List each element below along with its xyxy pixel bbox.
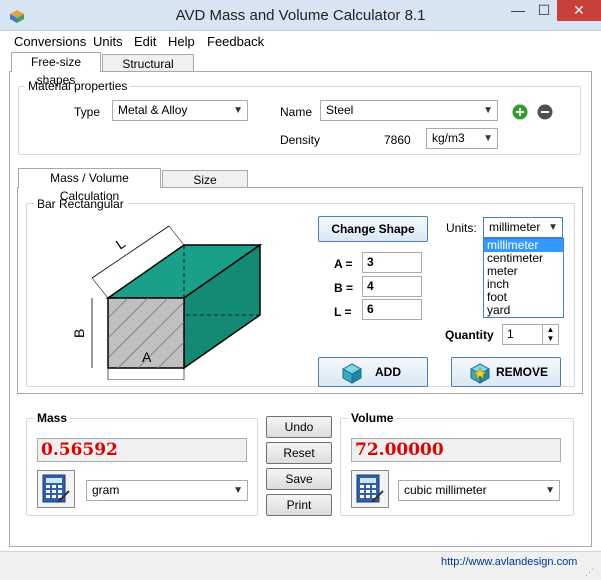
density-unit-select[interactable]: kg/m3 ▼ [426, 128, 498, 149]
quantity-value: 1 [507, 327, 514, 341]
tab-size-calculation[interactable]: Size Calculation [162, 170, 248, 205]
add-button-label: ADD [375, 365, 401, 379]
length-dim-label: L [113, 235, 129, 253]
menu-feedback[interactable]: Feedback [207, 34, 264, 49]
remove-button-label: REMOVE [496, 365, 549, 379]
minimize-button[interactable]: — [505, 0, 531, 21]
units-select-value: millimeter [489, 220, 541, 234]
chevron-down-icon: ▼ [233, 485, 243, 496]
add-button[interactable]: ADD [318, 357, 428, 387]
units-label: Units: [446, 221, 477, 235]
bar-rectangular-diagram: L B A [72, 225, 263, 380]
name-select-value: Steel [326, 103, 354, 117]
name-select[interactable]: Steel ▼ [320, 100, 498, 121]
volume-label: Volume [348, 411, 397, 425]
width-dim-label: A [142, 349, 152, 365]
remove-material-icon[interactable] [537, 104, 553, 120]
param-l-label: L = [334, 305, 352, 319]
cube-icon [341, 363, 363, 384]
mass-unit-value: gram [92, 483, 120, 497]
calculator-icon [356, 474, 384, 503]
quantity-label: Quantity [445, 328, 494, 342]
quantity-spin-buttons[interactable]: ▲ ▼ [542, 325, 558, 344]
website-link[interactable]: http://www.avlandesign.com [441, 556, 577, 568]
density-label: Density [280, 133, 321, 147]
add-material-icon[interactable] [512, 104, 528, 120]
volume-unit-select[interactable]: cubic millimeter ▼ [398, 480, 560, 501]
type-select[interactable]: Metal & Alloy ▼ [112, 100, 248, 121]
units-dropdown-list[interactable]: millimeter centimeter meter inch foot ya… [483, 238, 564, 318]
density-unit-value: kg/m3 [432, 131, 465, 145]
type-select-value: Metal & Alloy [118, 103, 188, 117]
chevron-down-icon: ▼ [545, 485, 555, 496]
menu-bar [0, 31, 601, 52]
spin-up-icon[interactable]: ▲ [543, 325, 558, 334]
reset-button[interactable]: Reset [266, 442, 332, 464]
tab-free-size-shapes[interactable]: Free-size shapes [11, 52, 101, 87]
chevron-down-icon: ▼ [548, 222, 558, 233]
volume-unit-value: cubic millimeter [404, 483, 487, 497]
mass-calculator-button[interactable] [37, 470, 75, 508]
height-dim-label: B [72, 329, 87, 338]
tab-mass-volume-calculation[interactable]: Mass / Volume Calculation [18, 168, 161, 203]
menu-conversions[interactable]: Conversions [14, 34, 86, 49]
maximize-button[interactable]: ☐ [531, 0, 557, 21]
save-button[interactable]: Save [266, 468, 332, 490]
menu-units[interactable]: Units [93, 34, 123, 49]
name-label: Name [280, 105, 313, 119]
mass-label: Mass [34, 411, 71, 425]
mass-readout: 0.56592 [37, 438, 247, 462]
units-option[interactable]: yard [484, 304, 563, 317]
param-b-label: B = [334, 281, 354, 295]
remove-button[interactable]: REMOVE [451, 357, 561, 387]
param-l-input[interactable]: 6 [362, 299, 422, 320]
density-value: 7860 [384, 133, 411, 147]
param-a-label: A = [334, 257, 353, 271]
menu-help[interactable]: Help [168, 34, 195, 49]
spin-down-icon[interactable]: ▼ [543, 334, 558, 343]
close-button[interactable]: ✕ [557, 0, 601, 21]
change-shape-button[interactable]: Change Shape [318, 216, 428, 242]
resize-grip-icon[interactable]: ⋰ [585, 566, 597, 578]
param-a-input[interactable]: 3 [362, 252, 422, 273]
remove-cube-icon [469, 363, 491, 384]
mass-unit-select[interactable]: gram ▼ [86, 480, 248, 501]
menu-edit[interactable]: Edit [134, 34, 156, 49]
tab-structural-shapes[interactable]: Structural shapes [102, 54, 194, 89]
volume-readout: 72.00000 [351, 438, 561, 462]
chevron-down-icon: ▼ [233, 105, 243, 116]
param-b-input[interactable]: 4 [362, 276, 422, 297]
units-select[interactable]: millimeter ▼ [483, 217, 563, 238]
chevron-down-icon: ▼ [483, 105, 493, 116]
print-button[interactable]: Print [266, 494, 332, 516]
undo-button[interactable]: Undo [266, 416, 332, 438]
type-label: Type [74, 105, 101, 119]
chevron-down-icon: ▼ [483, 133, 493, 144]
calculator-icon [42, 474, 70, 503]
volume-calculator-button[interactable] [351, 470, 389, 508]
